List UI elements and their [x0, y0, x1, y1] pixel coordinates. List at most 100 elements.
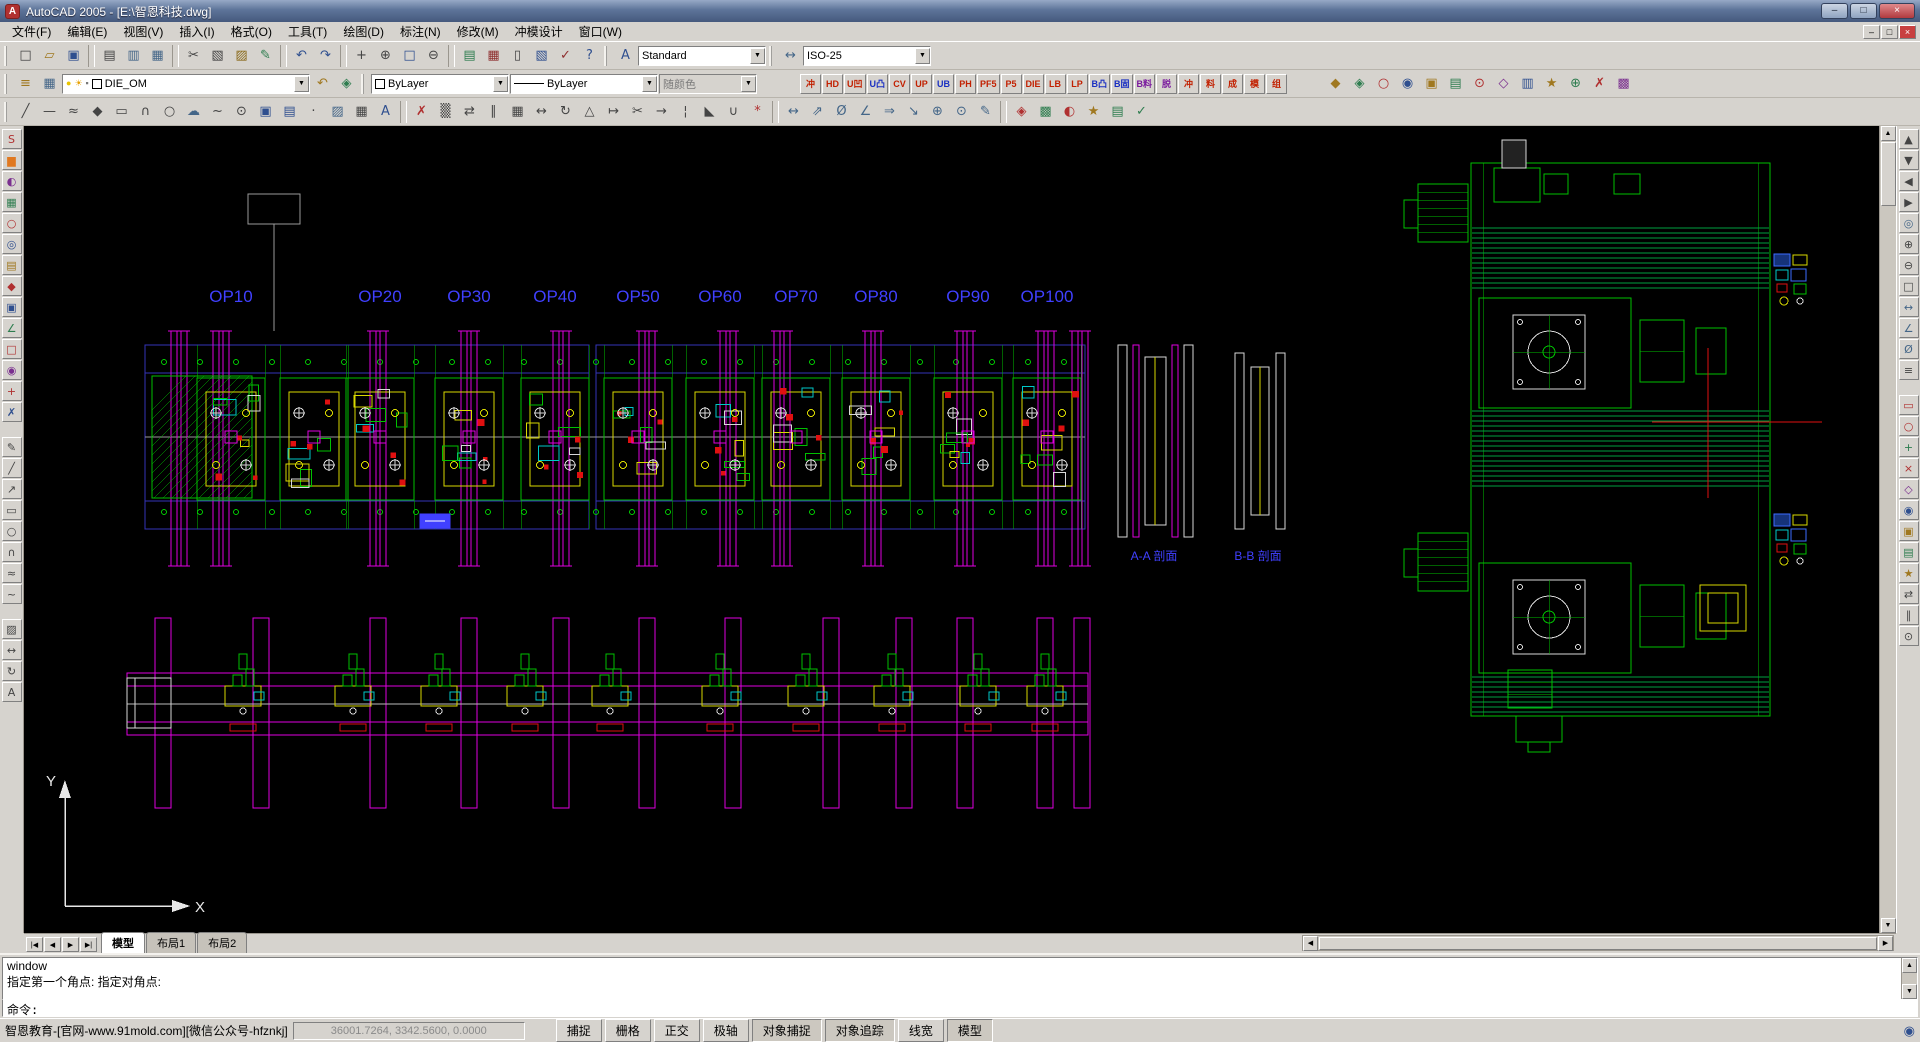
coordinates-display[interactable]: 36001.7264, 3342.5600, 0.0000: [293, 1022, 525, 1040]
donut-lib-icon[interactable]: ◎: [2, 234, 22, 254]
plate-tool-icon[interactable]: ▤: [1106, 101, 1129, 123]
insert-tool-icon[interactable]: ◐: [1058, 101, 1081, 123]
favorite-tool-icon[interactable]: ★: [1899, 563, 1919, 583]
toolbar-grip[interactable]: [4, 46, 9, 66]
zoom-out-icon[interactable]: ⊖: [1899, 255, 1919, 275]
toolbar-grip[interactable]: [4, 74, 9, 94]
gradient-tool-icon[interactable]: ▆: [2, 150, 22, 170]
die-design-button[interactable]: U凹: [844, 74, 866, 94]
hscroll-thumb[interactable]: [1319, 937, 1877, 950]
scroll-up-icon[interactable]: ▲: [1902, 958, 1917, 973]
tool-icon[interactable]: [2, 423, 22, 436]
menu-item[interactable]: 绘图(D): [335, 21, 392, 42]
markup-icon[interactable]: ✓: [554, 45, 577, 67]
rotate-icon[interactable]: ↻: [554, 101, 577, 123]
zoom-realtime-icon[interactable]: ⊕: [374, 45, 397, 67]
stretch-icon[interactable]: ↦: [602, 101, 625, 123]
scroll-right-icon[interactable]: ▶: [1878, 936, 1893, 951]
scroll-down-icon[interactable]: ▼: [1881, 918, 1896, 933]
toolbar-grip[interactable]: [4, 102, 9, 122]
block-lib-icon[interactable]: ▣: [2, 297, 22, 317]
fillet-icon[interactable]: ∪: [722, 101, 745, 123]
strip-tool-icon[interactable]: ◈: [1010, 101, 1033, 123]
erase-icon[interactable]: ✗: [410, 101, 433, 123]
screw-icon[interactable]: ▥: [1516, 73, 1539, 95]
designcenter-icon[interactable]: ▦: [482, 45, 505, 67]
layers-tool-icon[interactable]: ▤: [1899, 542, 1919, 562]
zoom-window-icon[interactable]: □: [398, 45, 421, 67]
die-insert-icon[interactable]: ○: [1372, 73, 1395, 95]
color-combo[interactable]: ByLayer ▼: [371, 74, 509, 94]
tab-nav-button[interactable]: |◀: [26, 937, 43, 952]
status-toggle[interactable]: 正交: [654, 1019, 700, 1042]
measure-icon[interactable]: ↔: [1899, 297, 1919, 317]
center-mark-icon[interactable]: ⊙: [950, 101, 973, 123]
mdi-restore-button[interactable]: □: [1881, 25, 1898, 39]
plot-preview-icon[interactable]: ▥: [122, 45, 145, 67]
toolbar-icon[interactable]: [448, 45, 455, 67]
die-design-button[interactable]: 成: [1222, 74, 1243, 94]
diameter-icon[interactable]: Ø: [1899, 339, 1919, 359]
toolbar-icon[interactable]: [172, 45, 179, 67]
die-design-button[interactable]: LB: [1045, 74, 1066, 94]
die-design-button[interactable]: B料: [1134, 74, 1156, 94]
dropdown-arrow-icon[interactable]: ▼: [915, 48, 930, 64]
status-toggle[interactable]: 栅格: [605, 1019, 651, 1042]
lifter-icon[interactable]: ★: [1540, 73, 1563, 95]
hatch-icon[interactable]: ▨: [326, 101, 349, 123]
view-top-icon[interactable]: ▲: [1899, 129, 1919, 149]
maximize-button[interactable]: □: [1850, 3, 1877, 19]
toolbar-icon[interactable]: [1000, 101, 1007, 123]
status-toggle[interactable]: 对象追踪: [825, 1019, 895, 1042]
die-design-button[interactable]: PF5: [977, 74, 1000, 94]
menu-item[interactable]: 窗口(W): [571, 21, 630, 42]
toolbar-icon[interactable]: [340, 45, 347, 67]
status-toggle[interactable]: 极轴: [703, 1019, 749, 1042]
grid-lib-icon[interactable]: ▤: [2, 255, 22, 275]
dim-style-icon[interactable]: ↔: [779, 45, 802, 67]
move-tool-icon[interactable]: ↔: [2, 640, 22, 660]
break-icon[interactable]: ¦: [674, 101, 697, 123]
dropdown-arrow-icon[interactable]: ▼: [642, 76, 657, 92]
arrow-tool-icon[interactable]: ↗: [2, 479, 22, 499]
publish-icon[interactable]: ▦: [146, 45, 169, 67]
die-design-button[interactable]: 模: [1244, 74, 1265, 94]
status-toggle[interactable]: 模型: [947, 1019, 993, 1042]
undo-icon[interactable]: ↶: [290, 45, 313, 67]
help-icon[interactable]: ?: [578, 45, 601, 67]
zoom-previous-icon[interactable]: ⊖: [422, 45, 445, 67]
die-design-button[interactable]: LP: [1067, 74, 1088, 94]
layout-tab[interactable]: 布局2: [197, 932, 247, 953]
drawing-canvas[interactable]: OP10OP20OP30OP40OP50OP60OP70OP80OP90OP10…: [24, 126, 1879, 933]
dim-linear-icon[interactable]: ↔: [782, 101, 805, 123]
target-lib-icon[interactable]: ◉: [2, 360, 22, 380]
zoom-extents-icon[interactable]: □: [1899, 276, 1919, 296]
scroll-up-icon[interactable]: ▲: [1881, 126, 1896, 141]
stt-tool-icon[interactable]: S: [2, 129, 22, 149]
angle-measure-icon[interactable]: ∠: [1899, 318, 1919, 338]
polyline-tool-icon[interactable]: ≈: [2, 563, 22, 583]
pilot-icon[interactable]: ◉: [1396, 73, 1419, 95]
circle-icon[interactable]: ○: [158, 101, 181, 123]
dropdown-arrow-icon[interactable]: ▼: [750, 48, 765, 64]
cross-lib-icon[interactable]: +: [2, 381, 22, 401]
toolbar-icon[interactable]: [280, 45, 287, 67]
redo-icon[interactable]: ↷: [314, 45, 337, 67]
menu-item[interactable]: 修改(M): [449, 21, 507, 42]
rect-tool-icon[interactable]: ▭: [2, 500, 22, 520]
die-design-button[interactable]: U凸: [867, 74, 889, 94]
toolbar-icon[interactable]: [88, 45, 95, 67]
hatch-lib-icon[interactable]: ▦: [2, 192, 22, 212]
layer-previous-icon[interactable]: ↶: [311, 73, 334, 95]
die-design-button[interactable]: 组: [1266, 74, 1287, 94]
command-history[interactable]: window指定第一个角点: 指定对角点: ▲ ▼: [2, 957, 1918, 1000]
plot-icon[interactable]: ▤: [98, 45, 121, 67]
layout-tab[interactable]: 布局1: [146, 932, 196, 953]
stripper-icon[interactable]: ▣: [1420, 73, 1443, 95]
mtext-icon[interactable]: A: [374, 101, 397, 123]
circle-tool-icon[interactable]: ○: [2, 521, 22, 541]
die-design-button[interactable]: HD: [822, 74, 843, 94]
view-bottom-icon[interactable]: ▼: [1899, 150, 1919, 170]
status-toggle[interactable]: 线宽: [898, 1019, 944, 1042]
dropdown-arrow-icon[interactable]: ▼: [294, 76, 309, 92]
